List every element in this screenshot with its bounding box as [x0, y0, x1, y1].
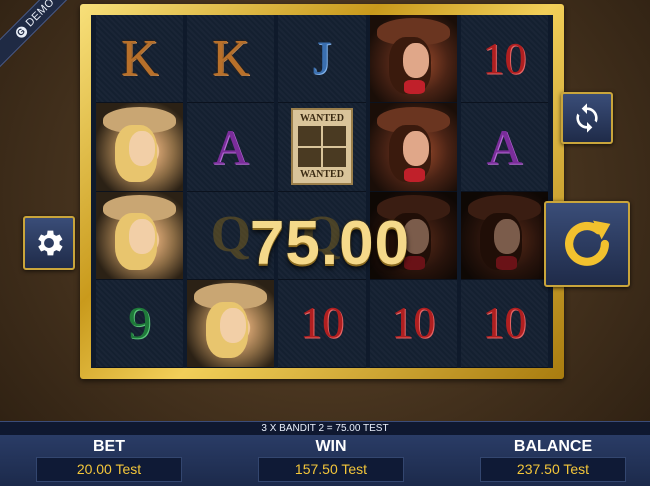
- g-logo-icon: G: [13, 24, 29, 40]
- bet-panel[interactable]: BET 20.00 Test: [36, 435, 182, 486]
- reel-symbol: J: [278, 15, 366, 104]
- gear-icon: [38, 230, 63, 256]
- wanted-face: [298, 147, 321, 168]
- balance-label: BALANCE: [513, 438, 593, 455]
- win-amount-display: 75.00: [249, 209, 411, 278]
- wanted-portraits: [298, 126, 346, 168]
- symbol-a: A: [212, 118, 249, 175]
- reel-symbol: 10: [460, 15, 549, 104]
- reel-1: K9: [96, 15, 184, 368]
- symbol-10: 10: [300, 298, 344, 348]
- reel-4: 10: [369, 15, 457, 368]
- symbol-9: 9: [128, 297, 152, 349]
- portrait-scarf: [495, 256, 517, 271]
- reel-symbol: 10: [278, 280, 366, 368]
- reel-symbol: A: [460, 103, 549, 192]
- symbol-a: A: [486, 118, 523, 175]
- bet-label: BET: [93, 438, 125, 455]
- symbol-10: 10: [391, 298, 436, 348]
- reel-symbol: K: [96, 15, 184, 104]
- blonde-cowgirl-symbol: [96, 191, 184, 279]
- reel-symbol: 10: [460, 280, 549, 368]
- portrait-face: [129, 131, 156, 167]
- reel-symbol: [96, 103, 184, 192]
- portrait-face: [129, 219, 156, 255]
- brunette-cowgirl-symbol: [369, 103, 457, 191]
- symbol-k: K: [120, 29, 159, 87]
- portrait-face: [402, 131, 429, 167]
- balance-panel: BALANCE 237.50 Test: [480, 435, 626, 486]
- spin-button[interactable]: [544, 201, 630, 287]
- wanted-face: [298, 126, 321, 146]
- portrait-face: [493, 219, 521, 255]
- win-panel: WIN 157.50 Test: [258, 435, 404, 486]
- reel-symbol: K: [187, 15, 275, 104]
- reels-frame: K 9 K A Q J WANTED WANTED Q 10 10 10 A 10: [80, 4, 564, 379]
- reel-symbol: [187, 279, 275, 368]
- portrait-scarf: [404, 167, 426, 182]
- wanted-top-text: WANTED: [300, 113, 344, 125]
- refresh-arrows-icon: [576, 103, 598, 133]
- stats-bar: BET 20.00 Test WIN 157.50 Test BALANCE 2…: [0, 435, 650, 486]
- reel-symbol: 10: [369, 280, 457, 368]
- win-label: WIN: [315, 438, 347, 455]
- autoplay-button[interactable]: [561, 92, 613, 144]
- demo-badge: G DEMO: [0, 0, 89, 72]
- wanted-face: [322, 126, 346, 146]
- bet-value[interactable]: 20.00 Test: [36, 457, 182, 482]
- reel-symbol: [369, 15, 457, 104]
- reels-area: K 9 K A Q J WANTED WANTED Q 10 10 10 A 10: [91, 15, 553, 368]
- reel-symbol: A: [187, 103, 275, 192]
- demo-label: DEMO: [23, 0, 57, 30]
- reel-symbol: [369, 103, 457, 192]
- reel-3: J WANTED WANTED Q 10: [278, 15, 366, 368]
- reel-symbol: 9: [96, 280, 184, 368]
- symbol-10: 10: [482, 33, 527, 83]
- balance-value: 237.50 Test: [480, 457, 626, 482]
- blonde-cowgirl-symbol: [187, 279, 275, 367]
- spin-arrow-icon: [565, 220, 611, 266]
- blonde-cowgirl-symbol: [96, 103, 184, 191]
- wanted-poster-symbol: WANTED WANTED: [290, 108, 354, 186]
- symbol-j: J: [312, 31, 332, 85]
- symbol-10: 10: [482, 298, 527, 348]
- settings-button[interactable]: [23, 216, 75, 270]
- symbol-k: K: [212, 29, 250, 87]
- win-value: 157.50 Test: [258, 457, 404, 482]
- win-line-info: 3 X BANDIT 2 = 75.00 TEST: [0, 421, 650, 435]
- reel-symbol: [96, 191, 184, 280]
- portrait-face: [220, 307, 247, 343]
- wanted-bottom-text: WANTED: [300, 169, 344, 181]
- reel-5: 10 A 10: [460, 15, 549, 368]
- wanted-face: [322, 147, 346, 168]
- portrait-scarf: [404, 79, 426, 94]
- reel-2: KAQ: [187, 15, 275, 368]
- reel-symbol: WANTED WANTED: [278, 103, 366, 192]
- brunette-cowgirl-symbol: [369, 15, 457, 103]
- portrait-face: [402, 42, 429, 78]
